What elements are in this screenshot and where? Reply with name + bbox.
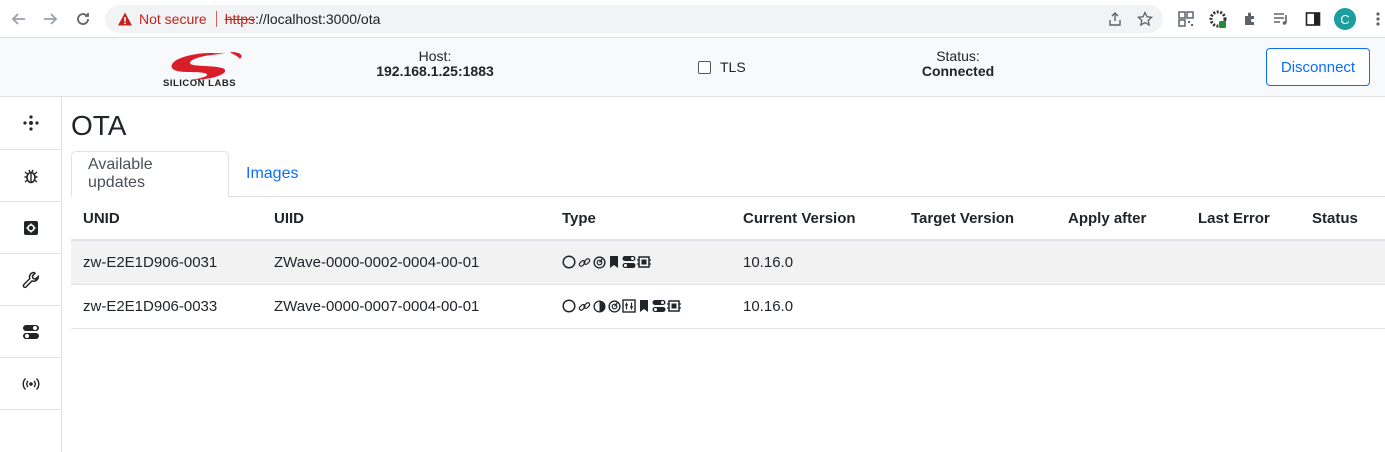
contrast-icon — [592, 299, 606, 313]
type-cell — [550, 240, 731, 285]
toggles-icon — [22, 324, 39, 339]
browser-toolbar: Not secure https://localhost:3000/ota C — [0, 0, 1385, 38]
address-bar[interactable]: Not secure https://localhost:3000/ota — [105, 5, 1163, 33]
settings-box-icon — [23, 220, 38, 235]
puzzle-icon[interactable] — [1240, 9, 1260, 29]
connection-status: Status: Connected — [898, 49, 1018, 79]
sidebar-item-settings[interactable] — [0, 202, 61, 254]
column-header[interactable]: Status — [1300, 198, 1385, 241]
circle-icon — [562, 255, 576, 269]
warning-icon — [118, 12, 132, 26]
status-cell — [1300, 284, 1385, 329]
dial-icon — [592, 255, 606, 269]
unid-cell: zw-E2E1D906-0031 — [71, 240, 262, 285]
link-icon — [577, 255, 591, 269]
current-version-cell: 10.16.0 — [731, 284, 899, 329]
ota-table: UNID UIID Type Current Version Target Ve… — [71, 198, 1385, 329]
chip-icon — [667, 299, 681, 313]
column-header[interactable]: Current Version — [731, 198, 899, 241]
separator — [215, 11, 217, 27]
uiid-cell: ZWave-0000-0002-0004-00-01 — [262, 240, 550, 285]
column-header[interactable]: Target Version — [899, 198, 1056, 241]
uiid-cell: ZWave-0000-0007-0004-00-01 — [262, 284, 550, 329]
toggles-icon — [622, 255, 636, 269]
sidebar-item-broadcast[interactable] — [0, 358, 61, 410]
logo-text: SILICON LABS — [163, 78, 237, 89]
current-version-cell: 10.16.0 — [731, 240, 899, 285]
tab-images[interactable]: Images — [230, 151, 314, 197]
unid-cell: zw-E2E1D906-0033 — [71, 284, 262, 329]
last-error-cell — [1186, 240, 1300, 285]
back-icon[interactable] — [8, 8, 30, 30]
not-secure-label[interactable]: Not secure — [139, 11, 207, 27]
main-content: OTA Available updates Images UNID UIID T… — [71, 97, 1385, 452]
qr-code-icon[interactable] — [1176, 9, 1196, 29]
forward-icon[interactable] — [39, 8, 61, 30]
type-cell — [550, 284, 731, 329]
target-version-cell — [899, 240, 1056, 285]
extension-spinner-icon[interactable] — [1208, 9, 1228, 29]
tls-checkbox[interactable] — [698, 60, 711, 74]
sidebar — [0, 97, 62, 452]
tls-label: TLS — [720, 59, 746, 75]
disconnect-button[interactable]: Disconnect — [1266, 48, 1370, 86]
sidebar-item-debug[interactable] — [0, 150, 61, 202]
last-error-cell — [1186, 284, 1300, 329]
tab-available-updates[interactable]: Available updates — [71, 151, 229, 197]
side-panel-icon[interactable] — [1303, 9, 1323, 29]
target-version-cell — [899, 284, 1056, 329]
toggles-icon — [652, 299, 666, 313]
host-value: 192.168.1.25:1883 — [376, 63, 494, 79]
reload-icon[interactable] — [72, 8, 94, 30]
bookmark-icon — [637, 299, 651, 313]
kebab-menu-icon[interactable] — [1368, 9, 1385, 29]
status-value: Connected — [921, 63, 995, 79]
dial-icon — [607, 299, 621, 313]
table-row[interactable]: zw-E2E1D906-0033 ZWave-0000-0007-0004-00… — [71, 284, 1385, 329]
bookmark-icon — [607, 255, 621, 269]
bug-icon — [24, 169, 37, 183]
share-icon[interactable] — [1107, 11, 1123, 30]
apply-after-cell — [1056, 240, 1186, 285]
url-text[interactable]: https://localhost:3000/ota — [225, 11, 381, 27]
chip-icon — [637, 255, 651, 269]
broadcast-icon — [22, 377, 39, 390]
column-header[interactable]: UIID — [262, 198, 550, 241]
profile-avatar[interactable]: C — [1334, 8, 1356, 30]
table-header-row: UNID UIID Type Current Version Target Ve… — [71, 198, 1385, 241]
table-row[interactable]: zw-E2E1D906-0031 ZWave-0000-0002-0004-00… — [71, 240, 1385, 285]
status-label: Status: — [936, 48, 980, 64]
link-icon — [577, 299, 591, 313]
column-header[interactable]: UNID — [71, 198, 262, 241]
circle-icon — [562, 299, 576, 313]
star-icon[interactable] — [1136, 10, 1154, 30]
page-title: OTA — [71, 110, 127, 141]
apply-after-cell — [1056, 284, 1186, 329]
host-info: Host: 192.168.1.25:1883 — [350, 49, 520, 79]
column-header[interactable]: Apply after — [1056, 198, 1186, 241]
tab-bar: Available updates Images — [71, 151, 1385, 197]
sidebar-item-toggles[interactable] — [0, 306, 61, 358]
thermostat-icon — [622, 299, 636, 313]
tls-toggle[interactable]: TLS — [698, 59, 746, 75]
wrench-icon — [22, 271, 39, 288]
status-cell — [1300, 240, 1385, 285]
column-header[interactable]: Type — [550, 198, 731, 241]
media-queue-icon[interactable] — [1271, 9, 1291, 29]
host-label: Host: — [418, 48, 452, 64]
sidebar-item-network[interactable] — [0, 97, 61, 150]
sidebar-item-ota[interactable] — [0, 254, 61, 306]
app-header: SILICON LABS Host: 192.168.1.25:1883 TLS… — [0, 38, 1385, 97]
column-header[interactable]: Last Error — [1186, 198, 1300, 241]
network-icon — [22, 115, 39, 131]
